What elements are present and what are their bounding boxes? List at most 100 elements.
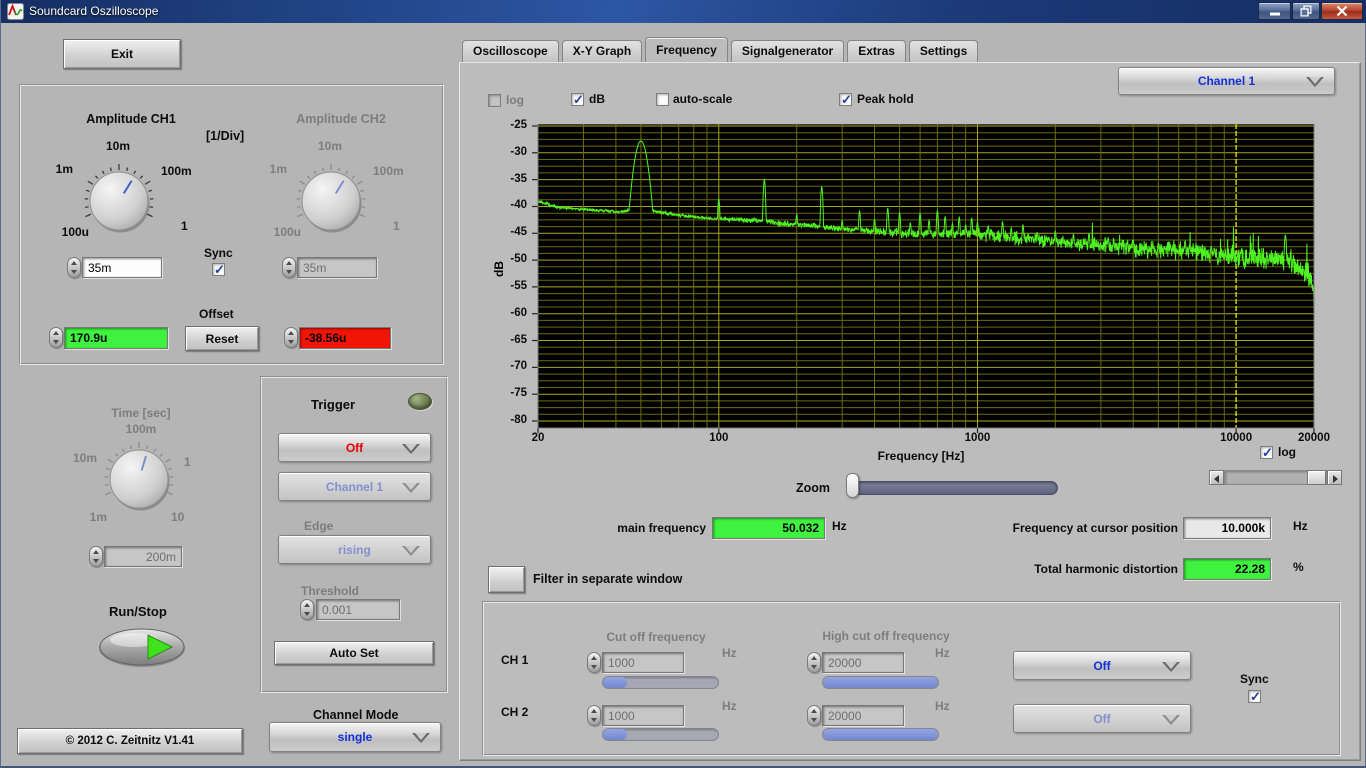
amplitude-ch2-value[interactable]: 35m: [297, 257, 377, 278]
trigger-channel-value: Channel 1: [325, 479, 384, 494]
auto-scale-checkbox[interactable]: [656, 93, 669, 106]
cursor-frequency-label: Frequency at cursor position: [1012, 521, 1178, 535]
peak-hold-checkbox[interactable]: [839, 92, 852, 108]
ch2-highcut-value[interactable]: 20000: [822, 705, 904, 726]
time-knob[interactable]: [99, 439, 179, 519]
auto-set-button[interactable]: Auto Set: [274, 641, 434, 665]
ch2-row-label: CH 2: [501, 705, 529, 719]
amplitude-ch2-title: Amplitude CH2: [296, 112, 386, 126]
ch2-cutoff-slider[interactable]: [602, 728, 719, 741]
db-checkbox[interactable]: [571, 92, 584, 108]
ch1-highcut-spinner[interactable]: [807, 652, 821, 673]
amplitude-ch1-title: Amplitude CH1: [86, 112, 176, 126]
copyright-bar: © 2012 C. Zeitnitz V1.41: [17, 728, 243, 754]
ch1-row-label: CH 1: [501, 653, 529, 667]
amplitude-ch1-knob[interactable]: [79, 161, 159, 241]
ch2-filter-mode-value: Off: [1093, 711, 1111, 726]
tab-signalgenerator[interactable]: Signalgenerator: [730, 40, 845, 62]
scrollbar-right-arrow[interactable]: [1327, 470, 1342, 485]
app-icon: [7, 3, 24, 20]
trigger-title: Trigger: [311, 397, 356, 412]
highcut-title: High cut off frequency: [822, 629, 950, 643]
offset-label: Offset: [199, 307, 234, 321]
offset-ch2-spinner[interactable]: [284, 327, 298, 348]
ch1-cutoff-slider[interactable]: [602, 676, 719, 689]
ch2-tick-100u: 100u: [273, 225, 301, 239]
ch1-tick-10m: 10m: [105, 139, 131, 153]
offset-ch2-value[interactable]: -38.56u: [299, 327, 391, 349]
runstop-label: Run/Stop: [109, 604, 167, 619]
ch1-highcut-value[interactable]: 20000: [822, 652, 904, 673]
ch2-cutoff-value[interactable]: 1000: [602, 705, 684, 726]
scrollbar-left-arrow[interactable]: [1209, 470, 1224, 485]
ch1-cutoff-spinner[interactable]: [587, 652, 601, 673]
offset-ch1-value[interactable]: 170.9u: [64, 327, 168, 349]
time-value[interactable]: 200m: [104, 546, 182, 567]
ch2-tick-10m: 10m: [317, 139, 343, 153]
thd-value[interactable]: 22.28: [1183, 558, 1271, 580]
offset-ch1-spinner[interactable]: [49, 327, 63, 348]
trigger-edge-dropdown[interactable]: rising: [278, 535, 431, 564]
app-window: Soundcard Oszilloscope Exit Amplitude CH…: [0, 0, 1366, 768]
x-log-label: log: [1278, 445, 1296, 459]
trigger-led-icon: [408, 393, 432, 410]
tab-xy-graph[interactable]: X-Y Graph: [561, 40, 643, 62]
ch1-filter-mode-dropdown[interactable]: Off: [1013, 651, 1191, 680]
amplitude-ch2-spinner[interactable]: [282, 257, 296, 278]
ch1-cutoff-unit: Hz: [722, 646, 737, 660]
x-axis-labels: 20 100 1000 10000 20000: [531, 432, 1330, 444]
ch2-cutoff-spinner[interactable]: [587, 705, 601, 726]
trigger-edge-value: rising: [338, 542, 371, 557]
ch1-tick-100u: 100u: [61, 225, 89, 239]
ch2-tick-100m: 100m: [373, 164, 404, 178]
channel-mode-dropdown[interactable]: single: [269, 722, 441, 752]
x-log-checkbox[interactable]: [1260, 445, 1273, 461]
tab-settings[interactable]: Settings: [908, 40, 979, 62]
amplitude-ch2-knob[interactable]: [291, 161, 371, 241]
thd-label: Total harmonic distortion: [1034, 562, 1178, 576]
exit-button-label: Exit: [110, 47, 133, 61]
tab-frequency[interactable]: Frequency: [645, 37, 728, 62]
exit-button[interactable]: Exit: [63, 39, 181, 69]
ch2-highcut-slider[interactable]: [822, 728, 939, 741]
ch2-highcut-spinner[interactable]: [807, 705, 821, 726]
main-frequency-value[interactable]: 50.032: [712, 517, 825, 539]
sync-checkbox[interactable]: [212, 262, 225, 278]
threshold-value[interactable]: 0.001: [316, 599, 400, 620]
amplitude-ch1-value[interactable]: 35m: [82, 257, 162, 278]
ch2-highcut-unit: Hz: [935, 699, 950, 713]
ch2-tick-1m: 1m: [269, 162, 287, 176]
scrollbar-thumb[interactable]: [1307, 470, 1326, 485]
ch1-filter-mode-value: Off: [1093, 658, 1111, 673]
filter-window-button[interactable]: [488, 566, 525, 593]
db-label: dB: [589, 92, 605, 106]
y-log-checkbox[interactable]: [488, 94, 501, 107]
runstop-button[interactable]: [98, 627, 186, 669]
offset-reset-button[interactable]: Reset: [185, 326, 259, 351]
ch1-highcut-slider[interactable]: [822, 676, 939, 689]
tab-extras[interactable]: Extras: [847, 40, 906, 62]
per-div-label: [1/Div]: [206, 129, 245, 143]
ch1-tick-1m: 1m: [55, 162, 73, 176]
spectrum-plot[interactable]: [532, 123, 1322, 436]
amplitude-ch1-spinner[interactable]: [67, 257, 81, 278]
zoom-slider-track[interactable]: [846, 481, 1058, 495]
cursor-frequency-value[interactable]: 10.000k: [1183, 517, 1271, 539]
time-spinner[interactable]: [89, 546, 103, 567]
restore-button[interactable]: [1292, 2, 1320, 20]
close-button[interactable]: [1321, 2, 1363, 20]
threshold-spinner[interactable]: [300, 599, 314, 620]
window-title: Soundcard Oszilloscope: [29, 4, 159, 18]
zoom-slider-thumb[interactable]: [846, 473, 859, 498]
filter-sync-label: Sync: [1240, 672, 1269, 686]
channel-select-dropdown[interactable]: Channel 1: [1118, 67, 1335, 95]
ch2-filter-mode-dropdown[interactable]: Off: [1013, 704, 1191, 733]
cutoff-title: Cut off frequency: [606, 630, 706, 644]
filter-sync-checkbox[interactable]: [1248, 689, 1261, 705]
ch1-cutoff-value[interactable]: 1000: [602, 652, 684, 673]
cursor-frequency-unit: Hz: [1293, 519, 1308, 533]
main-frequency-label: main frequency: [617, 521, 706, 535]
trigger-channel-dropdown[interactable]: Channel 1: [278, 472, 431, 501]
minimize-button[interactable]: [1258, 2, 1291, 20]
tab-oscilloscope[interactable]: Oscilloscope: [462, 40, 559, 62]
